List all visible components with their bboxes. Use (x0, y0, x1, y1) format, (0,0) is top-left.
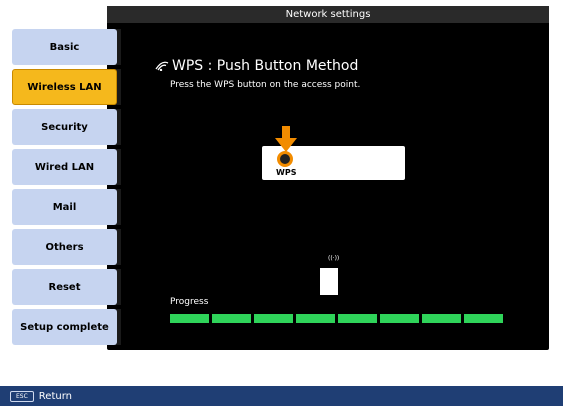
menu-item-wired-lan[interactable]: Wired LAN (12, 149, 117, 185)
menu-item-mail[interactable]: Mail (12, 189, 117, 225)
menu-item-security[interactable]: Security (12, 109, 117, 145)
wps-heading: WPS : Push Button Method (155, 58, 358, 74)
wifi-icon (155, 59, 169, 74)
esc-key-icon[interactable]: ESC (10, 390, 34, 402)
wps-button-label: WPS (276, 168, 297, 177)
progress-segment (254, 314, 293, 323)
progress-segment (296, 314, 335, 323)
wps-heading-text: WPS : Push Button Method (172, 58, 359, 74)
progress-segment (338, 314, 377, 323)
wps-button-icon (277, 151, 293, 167)
menu-item-wireless-lan[interactable]: Wireless LAN (12, 69, 117, 105)
menu-item-setup-complete[interactable]: Setup complete (12, 309, 117, 345)
menu-item-reset[interactable]: Reset (12, 269, 117, 305)
instruction-text: Press the WPS button on the access point… (170, 80, 361, 90)
down-arrow-icon (275, 126, 297, 152)
projector-device-icon (320, 268, 338, 295)
progress-segment (464, 314, 503, 323)
progress-segment (422, 314, 461, 323)
window-title: Network settings (107, 6, 549, 23)
progress-segment (170, 314, 209, 323)
menu-item-basic[interactable]: Basic (12, 29, 117, 65)
progress-segment (380, 314, 419, 323)
progress-segment (212, 314, 251, 323)
progress-bar (170, 314, 503, 323)
menu-item-others[interactable]: Others (12, 229, 117, 265)
progress-label: Progress (170, 297, 209, 307)
return-label: Return (38, 390, 72, 402)
signal-icon: ((·)) (328, 255, 340, 262)
footer-bar: ESC Return (0, 386, 563, 406)
